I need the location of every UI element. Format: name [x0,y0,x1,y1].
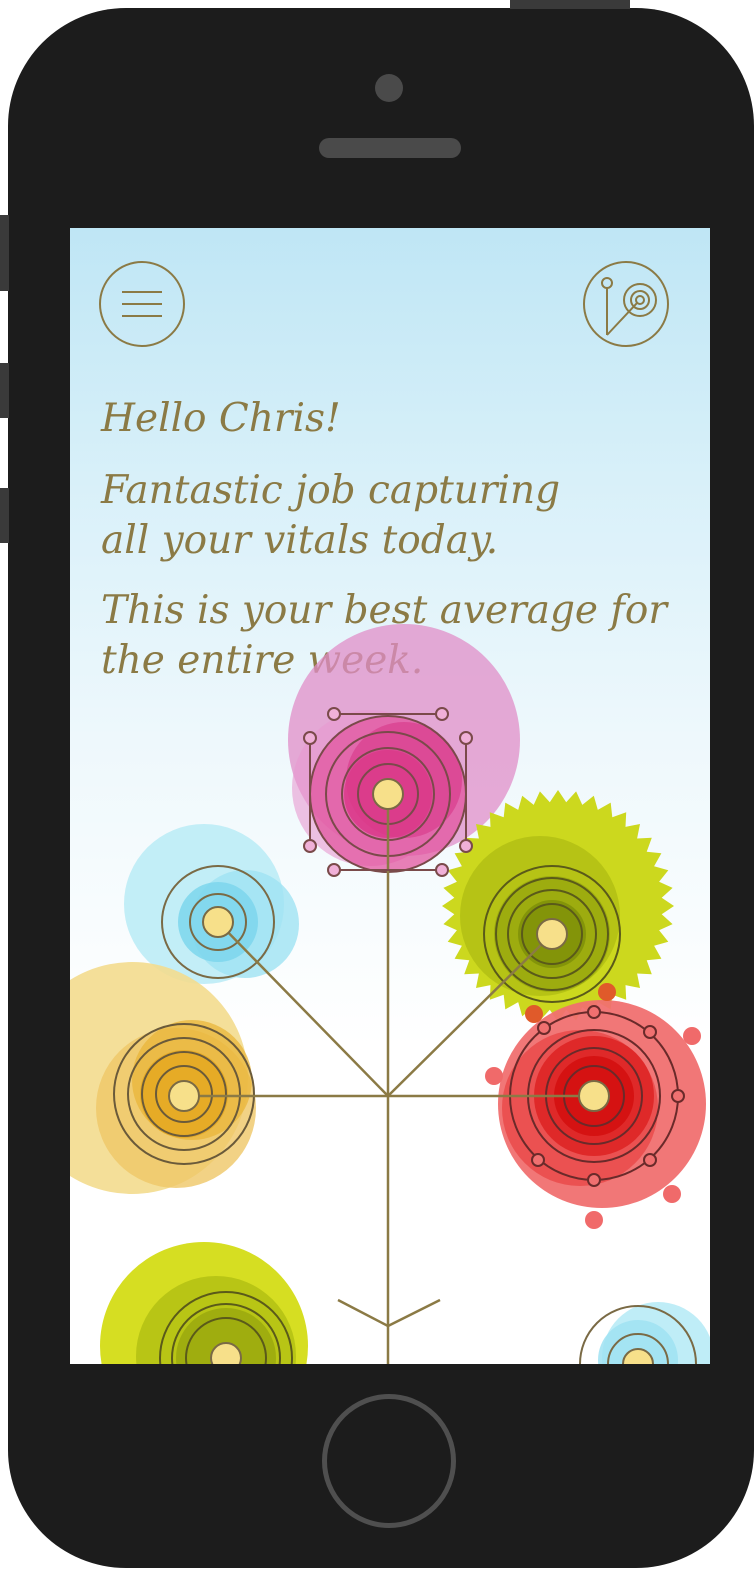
center-dot-magenta [372,778,404,810]
center-dot-cyan [202,906,234,938]
vital-flower-magenta[interactable] [288,351,520,873]
front-camera [375,74,403,102]
center-dot-lime [536,918,568,950]
vital-flower-amber[interactable] [70,962,256,1194]
vital-flower-lime-bottom[interactable] [100,1242,308,1364]
home-button[interactable] [322,1394,456,1528]
power-button [510,0,630,9]
center-dot-lime-bottom [210,1342,242,1364]
phone-frame: Hello Chris! Fantastic job capturing all… [8,8,754,1568]
mute-switch [0,215,9,291]
volume-down-button [0,488,9,543]
earpiece-speaker [319,138,461,158]
app-screen: Hello Chris! Fantastic job capturing all… [70,228,710,1364]
center-dot-amber [168,1080,200,1112]
center-dot-red [578,1080,610,1112]
vital-flower-lime[interactable] [442,790,674,1022]
vitals-tree-graphic [70,351,710,1364]
vital-flower-cyan[interactable] [124,824,299,984]
volume-up-button [0,363,9,418]
